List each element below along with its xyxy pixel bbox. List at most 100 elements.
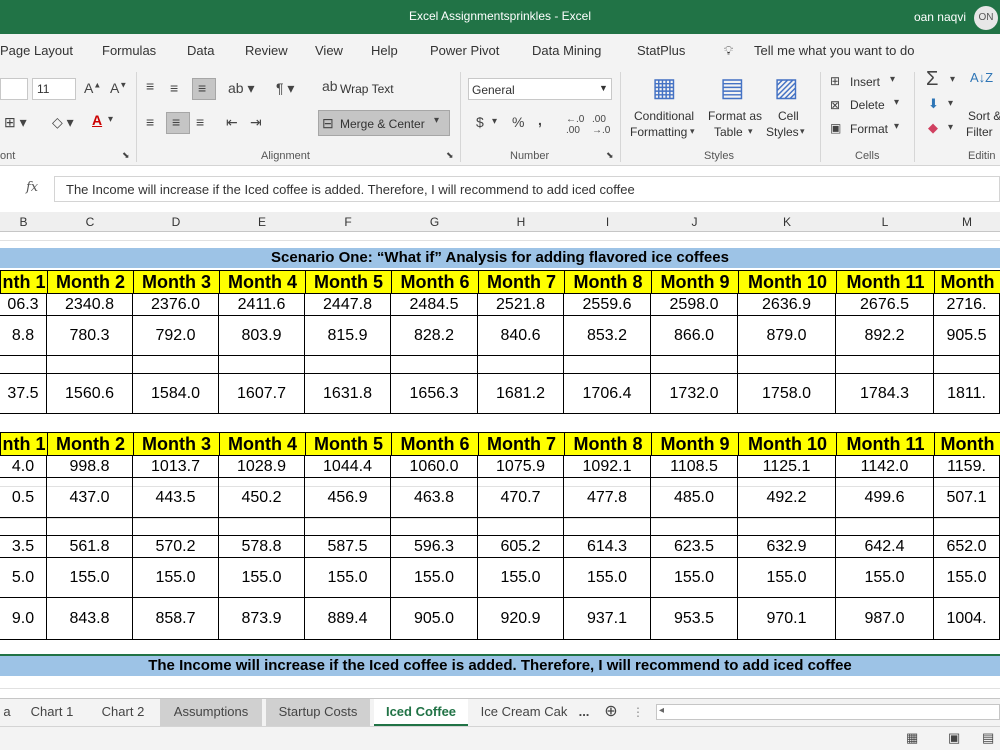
- month-header-cell[interactable]: Month 10: [738, 270, 837, 294]
- table-cell[interactable]: 1560.6: [47, 374, 133, 414]
- decrease-font-icon[interactable]: A▼: [110, 80, 127, 96]
- table-cell[interactable]: 866.0: [651, 316, 738, 356]
- table-cell[interactable]: 1584.0: [133, 374, 219, 414]
- tab-sheet-a[interactable]: a: [0, 699, 14, 726]
- dialog-launcher-icon[interactable]: ⬊: [446, 150, 454, 161]
- tab-ice-cream-cake[interactable]: Ice Cream Cak: [474, 699, 574, 726]
- table-cell[interactable]: 1108.5: [651, 456, 738, 478]
- tab-power-pivot[interactable]: Power Pivot: [430, 43, 499, 58]
- month-header-cell[interactable]: Month 6: [391, 270, 479, 294]
- table-cell[interactable]: [478, 356, 564, 374]
- month-header-cell[interactable]: Month 5: [305, 270, 392, 294]
- table-cell[interactable]: 1656.3: [391, 374, 478, 414]
- table-cell[interactable]: 803.9: [219, 316, 305, 356]
- tab-page-layout[interactable]: Page Layout: [0, 43, 73, 58]
- table-cell[interactable]: 1075.9: [478, 456, 564, 478]
- table-cell[interactable]: 889.4: [305, 598, 391, 640]
- table-cell[interactable]: [391, 518, 478, 536]
- tab-assumptions[interactable]: Assumptions: [160, 699, 262, 726]
- tab-view[interactable]: View: [315, 43, 343, 58]
- insert-button[interactable]: Insert: [850, 75, 880, 89]
- month-header-cell[interactable]: Month 6: [391, 432, 479, 456]
- table-cell[interactable]: 477.8: [564, 478, 651, 518]
- comma-icon[interactable]: ,: [538, 112, 542, 128]
- normal-view-icon[interactable]: ▦: [906, 730, 918, 746]
- column-header[interactable]: K: [738, 215, 836, 229]
- column-header[interactable]: B: [0, 215, 47, 229]
- format-button[interactable]: Format: [850, 122, 888, 136]
- table-cell[interactable]: 587.5: [305, 536, 391, 558]
- month-header-cell[interactable]: Month 11: [836, 270, 935, 294]
- table-cell[interactable]: [305, 356, 391, 374]
- increase-font-icon[interactable]: A▲: [84, 80, 101, 96]
- table-cell[interactable]: [651, 356, 738, 374]
- font-name-box[interactable]: [0, 78, 28, 100]
- month-header-cell[interactable]: Month 8: [564, 270, 652, 294]
- table-cell[interactable]: 456.9: [305, 478, 391, 518]
- tab-data-mining[interactable]: Data Mining: [532, 43, 601, 58]
- table-cell[interactable]: [133, 518, 219, 536]
- table-cell[interactable]: 155.0: [836, 558, 934, 598]
- tab-statplus[interactable]: StatPlus: [637, 43, 685, 58]
- table-cell[interactable]: 998.8: [47, 456, 133, 478]
- table-cell[interactable]: 2521.8: [478, 294, 564, 316]
- table-cell[interactable]: 3.5: [0, 536, 47, 558]
- chevron-down-icon[interactable]: ▾: [492, 116, 497, 127]
- table-cell[interactable]: [564, 356, 651, 374]
- table-cell[interactable]: 905.0: [391, 598, 478, 640]
- horizontal-scrollbar[interactable]: ◂: [656, 704, 1000, 720]
- column-header[interactable]: M: [934, 215, 1000, 229]
- increase-indent-icon[interactable]: ⇥: [250, 114, 262, 131]
- page-break-view-icon[interactable]: ▤: [982, 730, 994, 746]
- table-cell[interactable]: 879.0: [738, 316, 836, 356]
- table-cell[interactable]: 1732.0: [651, 374, 738, 414]
- table-cell[interactable]: [651, 518, 738, 536]
- table-cell[interactable]: [738, 356, 836, 374]
- table-cell[interactable]: 2447.8: [305, 294, 391, 316]
- table-cell[interactable]: 815.9: [305, 316, 391, 356]
- table-cell[interactable]: 0.5: [0, 478, 47, 518]
- column-header[interactable]: C: [47, 215, 133, 229]
- table-cell[interactable]: 1092.1: [564, 456, 651, 478]
- month-header-cell[interactable]: Month 10: [738, 432, 837, 456]
- chevron-down-icon[interactable]: ▾: [894, 121, 899, 132]
- table-cell[interactable]: 1044.4: [305, 456, 391, 478]
- tab-help[interactable]: Help: [371, 43, 398, 58]
- fx-icon[interactable]: fx: [26, 180, 38, 195]
- sheet-grid[interactable]: Scenario One: “What if” Analysis for add…: [0, 232, 1000, 696]
- table-cell[interactable]: [564, 518, 651, 536]
- dialog-launcher-icon[interactable]: ⬊: [606, 150, 614, 161]
- table-cell[interactable]: 987.0: [836, 598, 934, 640]
- table-cell[interactable]: 642.4: [836, 536, 934, 558]
- month-header-cell[interactable]: Month 5: [305, 432, 392, 456]
- table-cell[interactable]: [133, 356, 219, 374]
- month-header-cell[interactable]: Month 4: [219, 432, 306, 456]
- table-cell[interactable]: 155.0: [47, 558, 133, 598]
- column-header[interactable]: L: [836, 215, 934, 229]
- wrap-text-button[interactable]: Wrap Text: [340, 82, 394, 96]
- table-cell[interactable]: 970.1: [738, 598, 836, 640]
- scroll-left-icon[interactable]: ◂: [659, 705, 664, 716]
- tab-chart-2[interactable]: Chart 2: [90, 699, 156, 726]
- month-header-cell[interactable]: Month 9: [651, 432, 739, 456]
- table-cell[interactable]: 155.0: [478, 558, 564, 598]
- table-cell[interactable]: [305, 518, 391, 536]
- table-cell[interactable]: 1681.2: [478, 374, 564, 414]
- clear-icon[interactable]: ◆: [928, 120, 938, 136]
- dialog-launcher-icon[interactable]: ⬊: [122, 150, 130, 161]
- table-cell[interactable]: [934, 356, 1000, 374]
- table-cell[interactable]: 5.0: [0, 558, 47, 598]
- column-header[interactable]: F: [305, 215, 391, 229]
- table-cell[interactable]: [391, 356, 478, 374]
- table-cell[interactable]: [47, 518, 133, 536]
- fill-color-icon[interactable]: ◇ ▾: [52, 114, 74, 131]
- month-header-cell[interactable]: Month: [934, 270, 1000, 294]
- cell-styles-button[interactable]: Cell: [778, 109, 799, 123]
- month-header-cell[interactable]: Month 2: [47, 270, 134, 294]
- table-cell[interactable]: 37.5: [0, 374, 47, 414]
- month-header-cell[interactable]: Month 2: [47, 432, 134, 456]
- month-header-cell[interactable]: Month 7: [478, 432, 565, 456]
- table-cell[interactable]: 155.0: [391, 558, 478, 598]
- table-cell[interactable]: 463.8: [391, 478, 478, 518]
- font-size-box[interactable]: 11: [32, 78, 76, 100]
